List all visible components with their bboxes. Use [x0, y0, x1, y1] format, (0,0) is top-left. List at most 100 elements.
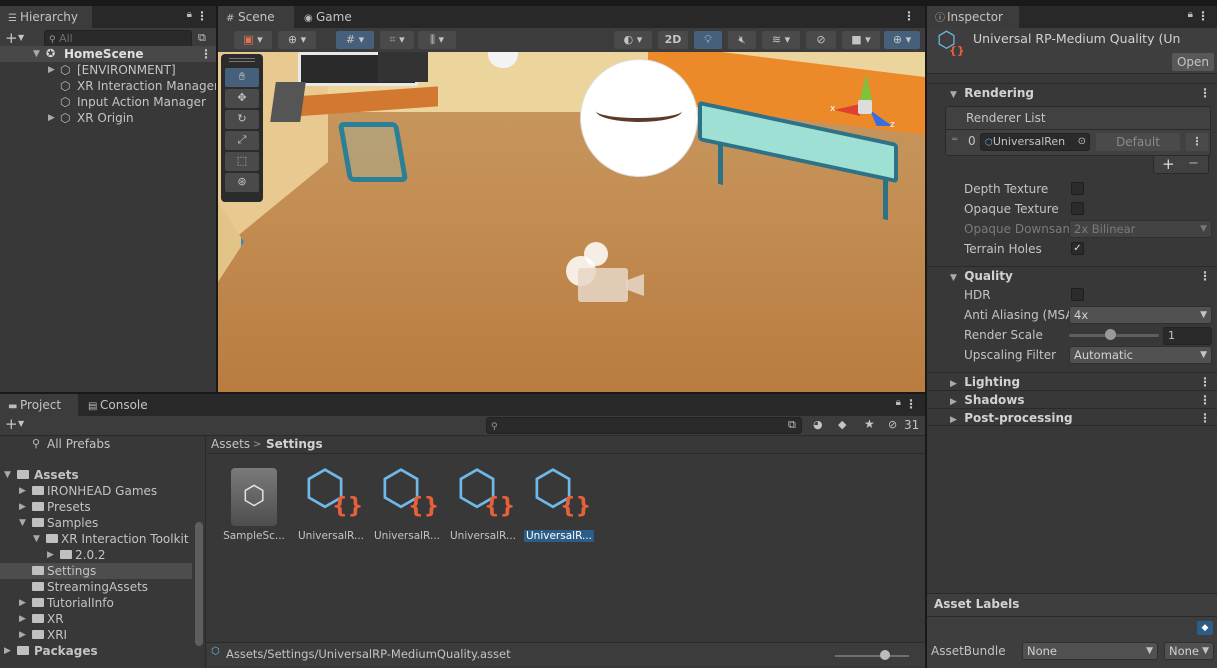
ruler-button[interactable]: ⫼ ▾ [418, 31, 456, 49]
transform-tool-button[interactable]: ⊛ [225, 173, 259, 192]
section-menu-icon[interactable]: ⋮ [1199, 267, 1211, 285]
expand-arrow-icon[interactable]: ▼ [19, 515, 26, 531]
move-tool-button[interactable]: ✥ [225, 89, 259, 108]
tab-console[interactable]: ▤ Console [80, 394, 158, 416]
more-options-icon[interactable]: ⋮ [1197, 9, 1209, 23]
scene-menu-icon[interactable]: ⋮ [200, 46, 212, 62]
section-post-processing[interactable]: ▶ Post-processing ⋮ [927, 408, 1217, 426]
filter-by-type-icon[interactable]: ◕ [813, 418, 823, 431]
section-rendering[interactable]: ▼ Rendering ⋮ [927, 83, 1217, 101]
shading-dropdown[interactable]: ◐ ▾ [614, 31, 652, 49]
tree-folder[interactable]: ▼ Samples [0, 515, 205, 531]
tree-folder[interactable]: StreamingAssets [0, 579, 205, 595]
icon-size-slider-track[interactable] [835, 655, 909, 657]
section-menu-icon[interactable]: ⋮ [1199, 84, 1211, 102]
expand-arrow-icon[interactable]: ▶ [19, 483, 26, 499]
breadcrumb-assets[interactable]: Assets [211, 436, 250, 453]
rotate-tool-button[interactable]: ↻ [225, 110, 259, 129]
tree-folder-selected[interactable]: Settings [0, 563, 192, 579]
section-shadows[interactable]: ▶ Shadows ⋮ [927, 390, 1217, 408]
label-tag-button[interactable]: ◆ [1197, 621, 1213, 635]
scene-row[interactable]: ▼ ✪ HomeScene ⋮ [0, 46, 216, 62]
project-search-input[interactable]: ⚲ [486, 417, 802, 434]
set-default-button[interactable]: Default [1096, 133, 1180, 151]
tree-folder[interactable]: ▶ TutorialInfo [0, 595, 205, 611]
camera-gizmo-icon[interactable] [566, 242, 646, 302]
expand-arrow-icon[interactable]: ▶ [19, 595, 26, 611]
asset-bundle-variant-dropdown[interactable]: None ▼ [1164, 642, 1214, 660]
lock-icon[interactable]: 🔒︎ [896, 397, 901, 408]
expand-arrow-icon[interactable]: ▶ [19, 499, 26, 515]
drag-handle-icon[interactable]: ═ [952, 135, 957, 145]
visibility-toggle[interactable]: ⊘ [806, 31, 836, 49]
expand-arrow-icon[interactable]: ▶ [48, 62, 55, 78]
expand-arrow-icon[interactable]: ▶ [19, 627, 26, 643]
renderer-object-field[interactable]: ⬡UniversalRen ⊙ [980, 133, 1090, 151]
tree-folder[interactable]: ▶ Presets [0, 499, 205, 515]
expand-arrow-icon[interactable]: ▼ [33, 531, 40, 547]
tab-scene[interactable]: # Scene [218, 6, 294, 28]
draw-mode-button[interactable]: ▣ ▾ [234, 31, 272, 49]
upscaling-filter-dropdown[interactable]: Automatic ▼ [1069, 346, 1212, 364]
lock-icon[interactable]: 🔒︎ [1188, 9, 1193, 20]
grid-snap-button[interactable]: # ▾ [336, 31, 374, 49]
more-options-icon[interactable]: ⋮ [905, 397, 917, 411]
render-scale-input[interactable]: 1 [1163, 327, 1212, 345]
open-button[interactable]: Open [1172, 53, 1214, 71]
gizmos-dropdown[interactable]: ⊕ ▾ [884, 31, 920, 49]
chevron-down-icon[interactable]: ▼ [18, 419, 24, 428]
tree-assets-root[interactable]: ▼ Assets [0, 467, 205, 483]
section-quality[interactable]: ▼ Quality ⋮ [927, 266, 1217, 284]
expand-arrow-icon[interactable]: ▶ [19, 611, 26, 627]
chevron-down-icon[interactable]: ▼ [18, 33, 24, 42]
opaque-texture-checkbox[interactable] [1071, 202, 1084, 215]
hidden-packages-icon[interactable]: ⊘ [888, 418, 897, 431]
section-lighting[interactable]: ▶ Lighting ⋮ [927, 372, 1217, 390]
tree-folder[interactable]: ▶ 2.0.2 [0, 547, 205, 563]
icon-size-slider-thumb[interactable] [880, 650, 890, 660]
hierarchy-item[interactable]: ▶ ⬡ XR Origin [0, 110, 216, 126]
tab-project[interactable]: ▬ Project [0, 394, 78, 416]
object-picker-icon[interactable]: ⊙ [1078, 134, 1086, 150]
hdr-checkbox[interactable] [1071, 288, 1084, 301]
lighting-toggle[interactable]: 💡︎ [694, 31, 722, 49]
add-icon[interactable]: + [5, 415, 18, 433]
favorites-star-icon[interactable]: ★ [864, 417, 875, 431]
render-scale-slider-thumb[interactable] [1105, 329, 1116, 340]
add-renderer-button[interactable]: + [1162, 155, 1175, 173]
add-icon[interactable]: + [5, 29, 18, 47]
audio-toggle[interactable]: 🔇︎ [728, 31, 756, 49]
more-options-icon[interactable]: ⋮ [903, 9, 915, 23]
anti-aliasing-dropdown[interactable]: 4x ▼ [1069, 306, 1212, 324]
expand-arrow-icon[interactable]: ▶ [48, 110, 55, 126]
breadcrumb-settings[interactable]: Settings [266, 436, 323, 453]
search-options-icon[interactable]: ⧉ [788, 418, 796, 432]
more-options-icon[interactable]: ⋮ [196, 9, 208, 23]
hierarchy-item[interactable]: ⬡ XR Interaction Manager [0, 78, 216, 94]
scene-viewport[interactable]: ✋︎ ✥ ↻ ⤢ ⬚ ⊛ x z [218, 52, 925, 392]
orientation-gizmo[interactable]: x z [830, 70, 900, 140]
tab-game[interactable]: ◉ Game [296, 6, 372, 28]
section-menu-icon[interactable]: ⋮ [1199, 391, 1211, 409]
renderer-menu-button[interactable]: ⋮ [1186, 133, 1208, 151]
hierarchy-item[interactable]: ⬡ Input Action Manager [0, 94, 216, 110]
toggle-2d-button[interactable]: 2D [658, 31, 688, 49]
tree-scrollbar[interactable] [195, 522, 203, 646]
expand-arrow-icon[interactable]: ▶ [4, 643, 11, 659]
lock-icon[interactable]: 🔒︎ [187, 9, 192, 20]
tab-inspector[interactable]: ⓘ Inspector [927, 6, 1019, 28]
rect-tool-button[interactable]: ⬚ [225, 152, 259, 171]
palette-grip[interactable] [229, 58, 255, 62]
render-mode-button[interactable]: ⊕ ▾ [278, 31, 316, 49]
favorites-all-prefabs[interactable]: ⚲ All Prefabs [0, 436, 205, 452]
tree-folder[interactable]: ▼ XR Interaction Toolkit [0, 531, 205, 547]
terrain-holes-checkbox[interactable]: ✓ [1071, 242, 1084, 255]
effects-dropdown[interactable]: ≋ ▾ [762, 31, 800, 49]
scale-tool-button[interactable]: ⤢ [225, 131, 259, 150]
hand-tool-button[interactable]: ✋︎ [225, 68, 259, 87]
tab-hierarchy[interactable]: ☰ Hierarchy [0, 6, 92, 28]
tree-folder[interactable]: ▶ IRONHEAD Games [0, 483, 205, 499]
hierarchy-item[interactable]: ▶ ⬡ [ENVIRONMENT] [0, 62, 216, 78]
search-options-icon[interactable]: ⧉ [198, 31, 206, 45]
depth-texture-checkbox[interactable] [1071, 182, 1084, 195]
